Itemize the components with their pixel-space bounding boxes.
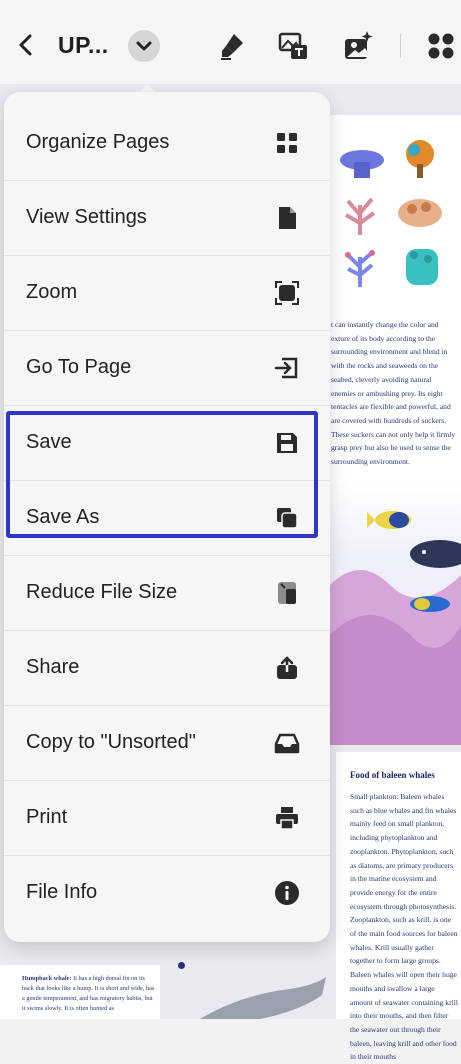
menu-item-label: Copy to "Unsorted": [26, 731, 196, 753]
image-text-icon[interactable]: [276, 29, 310, 63]
top-toolbar: UP...: [0, 0, 461, 84]
zoom-frame-icon: [275, 280, 299, 305]
menu-item-label: File Info: [26, 881, 98, 903]
go-to-page-icon: [274, 357, 298, 378]
coral-illustration: [406, 249, 438, 285]
chevron-down-icon: [136, 41, 152, 51]
menu-item-copy-to-unsorted[interactable]: Copy to "Unsorted": [4, 705, 330, 780]
menu-item-label: Reduce File Size: [26, 581, 178, 603]
back-arrow-icon[interactable]: [14, 30, 38, 60]
compress-file-icon: [278, 581, 296, 604]
page-paragraph: Humpback whale: It has a high dorsal fin…: [22, 974, 156, 1014]
fish-illustration: [367, 511, 411, 529]
menu-item-share[interactable]: Share: [4, 630, 330, 705]
coral-illustration: [345, 197, 376, 235]
document-icon: [279, 206, 296, 229]
fish-illustration: [410, 596, 450, 612]
coral-illustration: [344, 249, 376, 287]
section-heading: Food of baleen whales: [350, 770, 435, 780]
fish-illustration: [410, 540, 461, 568]
image-edit-icon[interactable]: [341, 29, 375, 63]
save-options-highlight: [6, 411, 318, 538]
coral-illustration: [340, 150, 384, 178]
menu-item-go-to-page[interactable]: Go To Page: [4, 330, 330, 405]
menu-item-print[interactable]: Print: [4, 780, 330, 855]
page-paragraph: Small plankton: Baleen whales such as bl…: [350, 792, 458, 1062]
share-icon: [277, 655, 297, 679]
menu-item-zoom[interactable]: Zoom: [4, 255, 330, 330]
toolbar-divider: [400, 34, 401, 58]
info-icon: [275, 880, 299, 905]
menu-item-label: Organize Pages: [26, 131, 170, 153]
coral-illustration: [406, 140, 434, 178]
menu-item-label: Go To Page: [26, 356, 132, 378]
menu-item-file-info[interactable]: File Info: [4, 855, 330, 930]
menu-item-reduce-file-size[interactable]: Reduce File Size: [4, 555, 330, 630]
menu-item-view-settings[interactable]: View Settings: [4, 180, 330, 255]
page-paragraph: t can instantly change the color and ext…: [331, 320, 456, 467]
whale-illustration: [200, 977, 326, 1019]
menu-item-label: View Settings: [26, 206, 147, 228]
document-title[interactable]: UP...: [58, 32, 109, 59]
menu-item-label: Share: [26, 656, 80, 678]
menu-item-label: Zoom: [26, 281, 78, 303]
paragraph-label: Humpback whale:: [22, 975, 72, 982]
grid-icon: [277, 132, 297, 153]
title-dropdown-button[interactable]: [128, 30, 160, 62]
apps-grid-icon[interactable]: [424, 29, 458, 63]
page-marker-dot: [178, 962, 185, 969]
highlighter-icon[interactable]: [216, 29, 250, 63]
menu-item-organize-pages[interactable]: Organize Pages: [4, 105, 330, 180]
printer-icon: [276, 806, 298, 830]
menu-item-label: Print: [26, 806, 68, 828]
inbox-tray-icon: [274, 733, 300, 753]
coral-illustration: [398, 199, 442, 227]
